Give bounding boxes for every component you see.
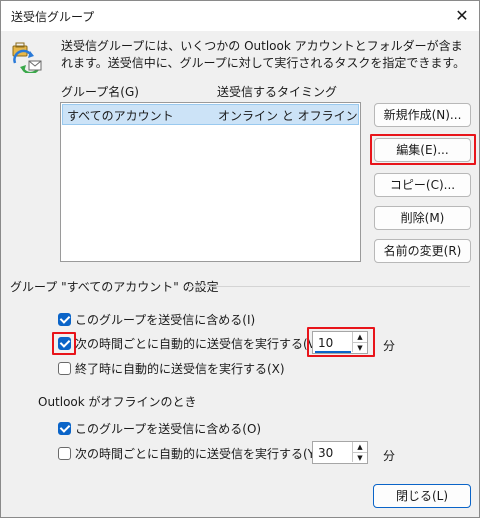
- spin-down-icon[interactable]: ▼: [352, 342, 367, 352]
- window-title: 送受信グループ: [11, 10, 95, 24]
- group-list[interactable]: すべてのアカウント オンライン と オフライン: [60, 102, 361, 262]
- offline-schedule-checkbox[interactable]: [58, 447, 71, 460]
- spin-down-icon[interactable]: ▼: [352, 452, 367, 462]
- list-item[interactable]: すべてのアカウント オンライン と オフライン: [62, 104, 359, 125]
- online-interval-value[interactable]: 10: [318, 336, 333, 350]
- offline-include-checkbox[interactable]: [58, 422, 71, 435]
- title-bar: 送受信グループ ✕: [1, 1, 479, 31]
- offline-interval-stepper[interactable]: 30 ▲ ▼: [312, 441, 368, 464]
- list-item-name: すべてのアカウント: [67, 109, 174, 123]
- online-include-checkbox[interactable]: [58, 313, 71, 326]
- online-include-label[interactable]: このグループを送受信に含める(I): [75, 311, 255, 328]
- copy-button[interactable]: コピー(C)...: [374, 173, 471, 197]
- online-schedule-checkbox[interactable]: [58, 337, 71, 350]
- send-receive-groups-dialog: 送受信グループ ✕ 送受信グループには、いくつかの Outlook アカウントと…: [0, 0, 480, 518]
- edit-button[interactable]: 編集(E)...: [374, 138, 471, 162]
- spin-buttons: ▲ ▼: [352, 332, 367, 353]
- offline-interval-unit: 分: [383, 449, 396, 463]
- send-receive-icon: [12, 42, 42, 73]
- offline-section-title: Outlook がオフラインのとき: [38, 395, 197, 409]
- close-button[interactable]: 閉じる(L): [373, 484, 471, 508]
- close-icon[interactable]: ✕: [449, 3, 475, 29]
- group-divider: [186, 286, 470, 287]
- offline-schedule-label[interactable]: 次の時間ごとに自動的に送受信を実行する(Y): [75, 445, 320, 462]
- spin-up-icon[interactable]: ▲: [352, 332, 367, 342]
- online-interval-unit: 分: [383, 339, 396, 353]
- on-exit-checkbox[interactable]: [58, 362, 71, 375]
- offline-include-label[interactable]: このグループを送受信に含める(O): [75, 420, 261, 437]
- column-header-timing[interactable]: 送受信するタイミング: [217, 83, 337, 100]
- list-item-timing: オンライン と オフライン: [218, 109, 358, 123]
- spin-buttons: ▲ ▼: [352, 442, 367, 463]
- new-button[interactable]: 新規作成(N)...: [374, 103, 471, 127]
- online-interval-stepper[interactable]: 10 ▲ ▼: [312, 331, 368, 354]
- focus-underline: [315, 351, 351, 353]
- delete-button[interactable]: 削除(M): [374, 206, 471, 230]
- online-schedule-label[interactable]: 次の時間ごとに自動的に送受信を実行する(V): [75, 335, 321, 352]
- on-exit-label[interactable]: 終了時に自動的に送受信を実行する(X): [75, 360, 285, 377]
- description-text: 送受信グループには、いくつかの Outlook アカウントとフォルダーが含まれま…: [61, 39, 466, 70]
- offline-interval-value[interactable]: 30: [318, 446, 333, 460]
- spin-up-icon[interactable]: ▲: [352, 442, 367, 452]
- column-header-group-name[interactable]: グループ名(G): [61, 83, 139, 100]
- rename-button[interactable]: 名前の変更(R): [374, 239, 471, 263]
